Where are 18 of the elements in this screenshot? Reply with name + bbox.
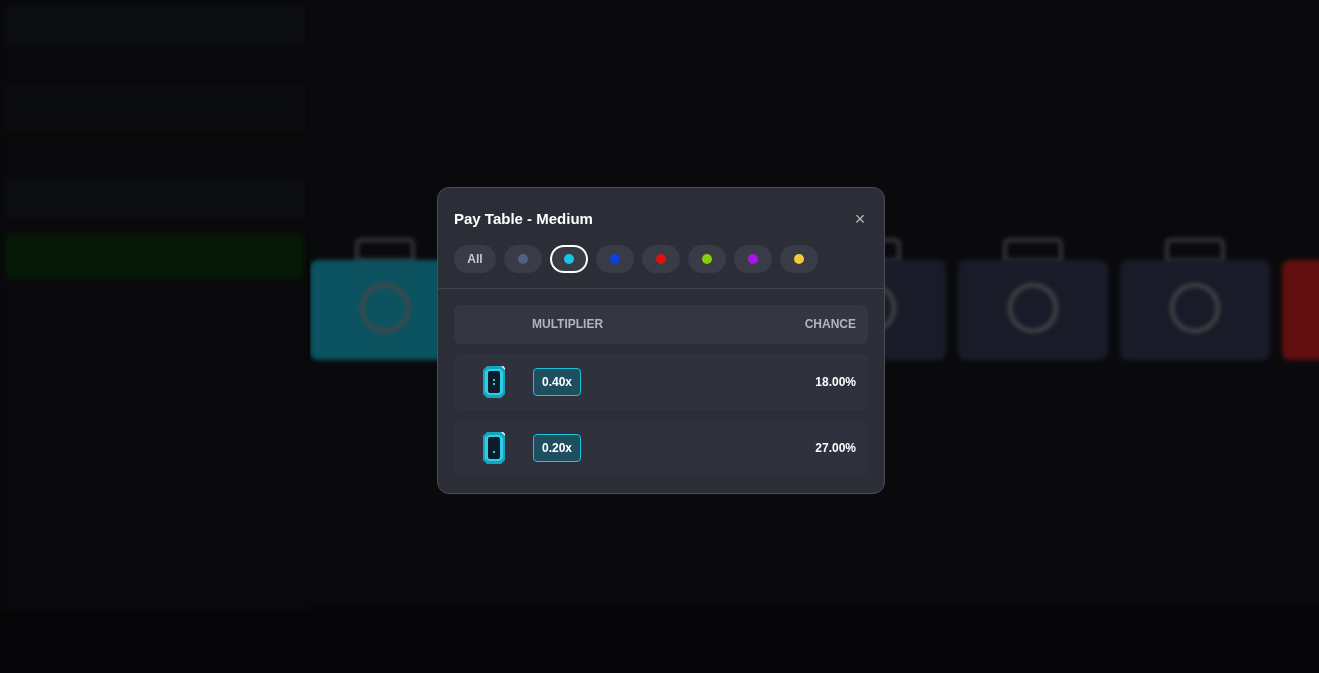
multiplier-badge: 0.20x xyxy=(533,433,582,462)
close-button[interactable]: × xyxy=(850,209,870,230)
color-filter-tab[interactable] xyxy=(596,244,634,273)
color-filter-tab[interactable] xyxy=(688,244,726,273)
filter-tab[interactable]: All xyxy=(454,244,496,273)
color-filter-tab[interactable] xyxy=(504,244,542,273)
multiplier-badge: 0.40x xyxy=(533,367,582,396)
chance-value: 27.00% xyxy=(815,439,856,457)
gem-icon xyxy=(482,430,506,465)
column-header: CHANCE xyxy=(804,316,856,333)
color-filter-tab[interactable] xyxy=(780,244,818,273)
color-filter-tab[interactable] xyxy=(550,244,588,273)
chance-value: 18.00% xyxy=(815,373,856,391)
dialog-title: Pay Table - Medium xyxy=(454,209,593,229)
column-header: MULTIPLIER xyxy=(532,316,604,333)
color-filter-tab[interactable] xyxy=(642,244,680,273)
gem-icon xyxy=(482,364,506,399)
color-filter-tab[interactable] xyxy=(734,244,772,273)
